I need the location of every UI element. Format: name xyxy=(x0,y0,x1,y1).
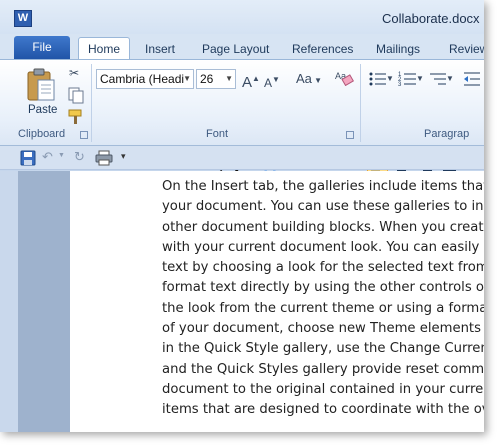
document-line: format text directly by using the other … xyxy=(162,280,484,296)
numbering-icon[interactable]: 1 2 3 xyxy=(398,70,418,88)
quick-access-toolbar: ↶ ▼ ↻ ▾ xyxy=(0,146,484,170)
shrink-font-label: A xyxy=(264,76,273,90)
document-line: of your document, choose new Theme eleme… xyxy=(162,321,484,337)
bullets-icon[interactable] xyxy=(368,70,388,88)
font-size-combo[interactable]: 26 ▼ xyxy=(196,69,236,89)
grow-font-button[interactable]: A▲ xyxy=(241,70,261,91)
print-icon[interactable] xyxy=(95,150,113,166)
tab-home[interactable]: Home xyxy=(78,37,130,61)
clipboard-group-label: Clipboard xyxy=(18,128,66,140)
font-group-label: Font xyxy=(206,128,229,140)
undo-icon[interactable]: ↶ xyxy=(42,149,53,165)
repeat-icon[interactable]: ↻ xyxy=(74,149,85,165)
shrink-font-icon: ▼ xyxy=(272,75,280,84)
svg-text:3: 3 xyxy=(398,82,402,88)
document-line: your document. You can use these galleri… xyxy=(162,199,484,215)
font-name-value: Cambria (Headi xyxy=(100,72,185,86)
chevron-down-icon: ▼ xyxy=(311,76,323,85)
copy-icon[interactable] xyxy=(66,86,86,104)
customize-toolbar-icon[interactable]: ▾ xyxy=(121,151,126,162)
tab-references[interactable]: References xyxy=(284,39,361,60)
chevron-down-icon[interactable]: ▼ xyxy=(58,152,65,159)
tab-review[interactable]: Review xyxy=(441,39,484,60)
tab-file[interactable]: File xyxy=(14,36,70,60)
document-line: and the Quick Styles gallery provide res… xyxy=(162,361,484,377)
left-pane xyxy=(0,171,18,432)
ribbon: Paste ✂ Clipboard Cambria (Headi ▼ 26 ▼ xyxy=(0,59,484,176)
save-icon[interactable] xyxy=(20,150,36,166)
chevron-down-icon[interactable]: ▼ xyxy=(446,70,454,88)
decrease-indent-icon[interactable] xyxy=(462,70,482,88)
word-app-icon[interactable]: W xyxy=(14,10,32,27)
document-line: with your current document look. You can… xyxy=(162,239,484,255)
chevron-down-icon[interactable]: ▼ xyxy=(416,70,424,88)
paste-icon[interactable] xyxy=(26,68,56,102)
change-case-button[interactable]: Aa ▼ xyxy=(294,70,324,88)
font-launcher-icon[interactable] xyxy=(346,131,354,139)
tab-page-layout[interactable]: Page Layout xyxy=(194,39,277,60)
document-line: text by choosing a look for the selected… xyxy=(162,260,484,276)
shrink-font-button[interactable]: A▼ xyxy=(262,71,282,90)
multilevel-list-icon[interactable] xyxy=(428,70,448,88)
chevron-down-icon[interactable]: ▼ xyxy=(386,70,394,88)
document-line: other document building blocks. When you… xyxy=(162,219,484,235)
tab-mailings[interactable]: Mailings xyxy=(368,39,428,60)
word-window: W Collaborate.docx File Home Insert Page… xyxy=(0,0,484,432)
chevron-down-icon[interactable]: ▼ xyxy=(183,70,191,88)
document-line: the look from the current theme or using… xyxy=(162,300,484,316)
document-page[interactable]: On the Insert tab, the galleries include… xyxy=(70,171,484,432)
font-name-combo[interactable]: Cambria (Headi ▼ xyxy=(96,69,194,89)
document-line: items that are designed to coordinate wi… xyxy=(162,402,484,418)
clear-formatting-icon[interactable]: Aa xyxy=(334,68,354,86)
group-separator xyxy=(91,64,92,142)
paragraph-group-label: Paragrap xyxy=(424,128,470,140)
format-painter-icon[interactable] xyxy=(66,108,86,126)
group-separator xyxy=(360,64,361,142)
tab-insert[interactable]: Insert xyxy=(137,39,183,60)
document-body[interactable]: On the Insert tab, the galleries include… xyxy=(162,177,484,421)
title-bar: W Collaborate.docx xyxy=(0,0,484,34)
chevron-down-icon[interactable]: ▼ xyxy=(225,70,233,88)
grow-font-icon: ▲ xyxy=(252,74,260,83)
paste-button[interactable]: Paste xyxy=(28,104,57,116)
clipboard-launcher-icon[interactable] xyxy=(80,131,88,139)
grow-font-label: A xyxy=(242,74,253,91)
document-line: document to the original contained in yo… xyxy=(162,381,484,397)
document-line: On the Insert tab, the galleries include… xyxy=(162,179,484,194)
font-size-value: 26 xyxy=(200,72,214,86)
change-case-label: Aa xyxy=(295,71,312,86)
document-title: Collaborate.docx xyxy=(382,11,480,26)
cut-icon[interactable]: ✂ xyxy=(64,64,84,82)
ribbon-tabs: File Home Insert Page Layout References … xyxy=(0,34,484,61)
document-line: in the Quick Style gallery, use the Chan… xyxy=(162,341,484,357)
